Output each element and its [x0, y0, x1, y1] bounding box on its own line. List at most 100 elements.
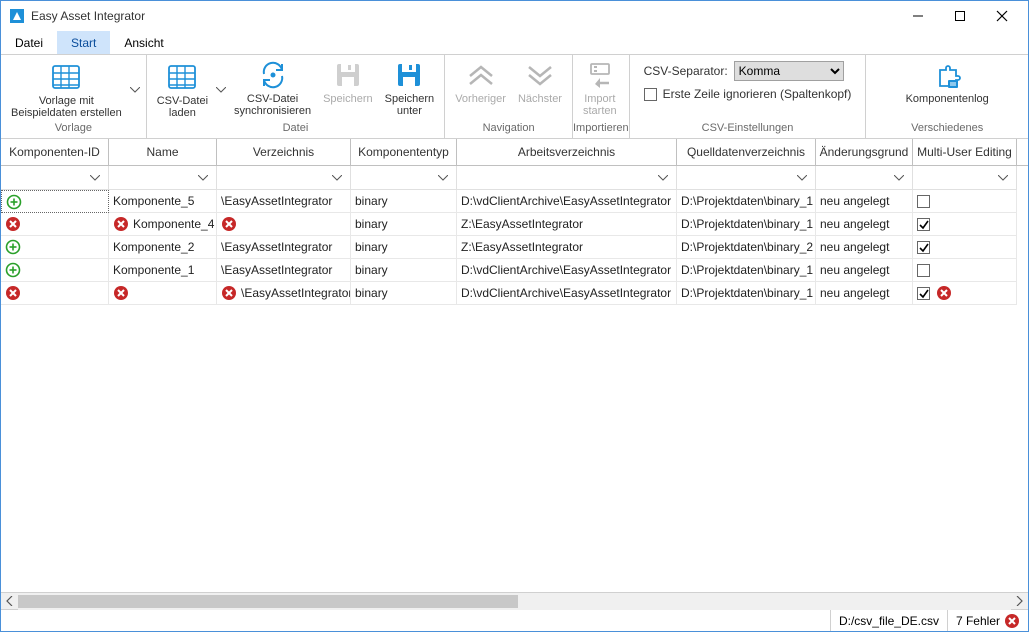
- cell-dir[interactable]: \EasyAssetIntegrator: [217, 190, 351, 213]
- menu-ansicht[interactable]: Ansicht: [110, 31, 177, 54]
- filter-id[interactable]: [1, 166, 109, 190]
- col-header-dir[interactable]: Verzeichnis: [217, 139, 351, 165]
- filter-name[interactable]: [109, 166, 217, 190]
- cell-dir[interactable]: \EasyAssetIntegrator: [217, 236, 351, 259]
- menu-datei[interactable]: Datei: [1, 31, 57, 54]
- next-button[interactable]: Nächster: [512, 57, 568, 122]
- menubar: Datei Start Ansicht: [1, 31, 1028, 55]
- col-header-name[interactable]: Name: [109, 139, 217, 165]
- cell-name[interactable]: Komponente_2: [109, 236, 217, 259]
- cell-src[interactable]: D:\Projektdaten\binary_1: [677, 259, 816, 282]
- table-row[interactable]: Komponente_5\EasyAssetIntegratorbinaryD:…: [1, 190, 1028, 213]
- filter-multi[interactable]: [913, 166, 1017, 190]
- titlebar: Easy Asset Integrator: [1, 1, 1028, 31]
- cell-reason[interactable]: neu angelegt: [816, 190, 913, 213]
- cell-multi[interactable]: [913, 282, 1017, 305]
- col-header-multi[interactable]: Multi-User Editing: [913, 139, 1017, 165]
- cell-work[interactable]: Z:\EasyAssetIntegrator: [457, 236, 677, 259]
- menu-start[interactable]: Start: [57, 31, 110, 54]
- close-button[interactable]: [990, 4, 1014, 28]
- cell-status[interactable]: [1, 190, 109, 213]
- scroll-left-button[interactable]: [1, 593, 18, 610]
- save-as-button[interactable]: Speichern unter: [379, 57, 441, 122]
- template-dropdown[interactable]: [128, 60, 142, 120]
- cell-multi[interactable]: [913, 190, 1017, 213]
- cell-name[interactable]: Komponente_5: [109, 190, 217, 213]
- minimize-button[interactable]: [906, 4, 930, 28]
- grid-icon: [166, 61, 198, 93]
- cell-status[interactable]: [1, 282, 109, 305]
- component-log-button[interactable]: Komponentenlog: [900, 57, 995, 122]
- horizontal-scrollbar[interactable]: [1, 592, 1028, 609]
- cell-reason[interactable]: neu angelegt: [816, 236, 913, 259]
- table-row[interactable]: Komponente_1\EasyAssetIntegratorbinaryD:…: [1, 259, 1028, 282]
- cell-src[interactable]: D:\Projektdaten\binary_1: [677, 213, 816, 236]
- cell-work[interactable]: D:\vdClientArchive\EasyAssetIntegrator: [457, 282, 677, 305]
- error-icon: [5, 216, 21, 232]
- cell-status[interactable]: [1, 236, 109, 259]
- prev-button[interactable]: Vorheriger: [449, 57, 512, 122]
- cell-work[interactable]: D:\vdClientArchive\EasyAssetIntegrator: [457, 259, 677, 282]
- skip-first-row-checkbox[interactable]: Erste Zeile ignorieren (Spaltenkopf): [644, 87, 852, 101]
- cell-name[interactable]: Komponente_4: [109, 213, 217, 236]
- col-header-src[interactable]: Quelldatenverzeichnis: [677, 139, 816, 165]
- filter-work[interactable]: [457, 166, 677, 190]
- table-row[interactable]: Komponente_2\EasyAssetIntegratorbinaryZ:…: [1, 236, 1028, 259]
- cell-type[interactable]: binary: [351, 259, 457, 282]
- csv-load-dropdown[interactable]: [214, 60, 228, 120]
- filter-reason[interactable]: [816, 166, 913, 190]
- col-header-work[interactable]: Arbeitsverzeichnis: [457, 139, 677, 165]
- scroll-thumb[interactable]: [18, 595, 518, 608]
- cell-multi[interactable]: [913, 236, 1017, 259]
- filter-type[interactable]: [351, 166, 457, 190]
- cell-src[interactable]: D:\Projektdaten\binary_1: [677, 282, 816, 305]
- cell-work[interactable]: Z:\EasyAssetIntegrator: [457, 213, 677, 236]
- maximize-button[interactable]: [948, 4, 972, 28]
- filter-src[interactable]: [677, 166, 816, 190]
- cell-name[interactable]: [109, 282, 217, 305]
- col-header-type[interactable]: Komponententyp: [351, 139, 457, 165]
- cell-reason[interactable]: neu angelegt: [816, 213, 913, 236]
- save-button[interactable]: Speichern: [317, 57, 379, 122]
- cell-src[interactable]: D:\Projektdaten\binary_1: [677, 190, 816, 213]
- ribbon-group-import: Import starten Importieren: [573, 55, 630, 138]
- ribbon-group-navigation: Vorheriger Nächster Navigation: [445, 55, 573, 138]
- chevron-down-icon: [795, 171, 809, 185]
- window-title: Easy Asset Integrator: [31, 9, 906, 23]
- filter-dir[interactable]: [217, 166, 351, 190]
- cell-reason[interactable]: neu angelegt: [816, 259, 913, 282]
- cell-type[interactable]: binary: [351, 282, 457, 305]
- scroll-track[interactable]: [18, 593, 1011, 610]
- cell-multi[interactable]: [913, 213, 1017, 236]
- col-header-id[interactable]: Komponenten-ID: [1, 139, 109, 165]
- status-errors[interactable]: 7 Fehler: [947, 610, 1028, 631]
- csv-sync-button[interactable]: CSV-Datei synchronisieren: [228, 57, 317, 122]
- cell-work[interactable]: D:\vdClientArchive\EasyAssetIntegrator: [457, 190, 677, 213]
- error-icon: [221, 285, 237, 301]
- table-row[interactable]: \EasyAssetIntegratorbinaryD:\vdClientArc…: [1, 282, 1028, 305]
- template-create-button[interactable]: Vorlage mit Beispieldaten erstellen: [5, 59, 128, 121]
- ribbon: Vorlage mit Beispieldaten erstellen Vorl…: [1, 55, 1028, 139]
- cell-src[interactable]: D:\Projektdaten\binary_2: [677, 236, 816, 259]
- cell-dir[interactable]: [217, 213, 351, 236]
- cell-name[interactable]: Komponente_1: [109, 259, 217, 282]
- error-icon: [5, 285, 21, 301]
- import-start-button[interactable]: Import starten: [577, 57, 623, 122]
- cell-dir[interactable]: \EasyAssetIntegrator: [217, 282, 351, 305]
- cell-type[interactable]: binary: [351, 236, 457, 259]
- col-header-reason[interactable]: Änderungsgrund: [816, 139, 913, 165]
- cell-status[interactable]: [1, 213, 109, 236]
- table-row[interactable]: Komponente_4 binaryZ:\EasyAssetIntegrator…: [1, 213, 1028, 236]
- cell-type[interactable]: binary: [351, 190, 457, 213]
- cell-type[interactable]: binary: [351, 213, 457, 236]
- cell-dir[interactable]: \EasyAssetIntegrator: [217, 259, 351, 282]
- cell-reason[interactable]: neu angelegt: [816, 282, 913, 305]
- chevron-down-icon: [196, 171, 210, 185]
- csv-separator-select[interactable]: Komma: [734, 61, 844, 81]
- cell-multi[interactable]: [913, 259, 1017, 282]
- sync-icon: [257, 59, 289, 91]
- error-icon: [936, 285, 952, 301]
- csv-load-button[interactable]: CSV-Datei laden: [151, 59, 214, 121]
- scroll-right-button[interactable]: [1011, 593, 1028, 610]
- cell-status[interactable]: [1, 259, 109, 282]
